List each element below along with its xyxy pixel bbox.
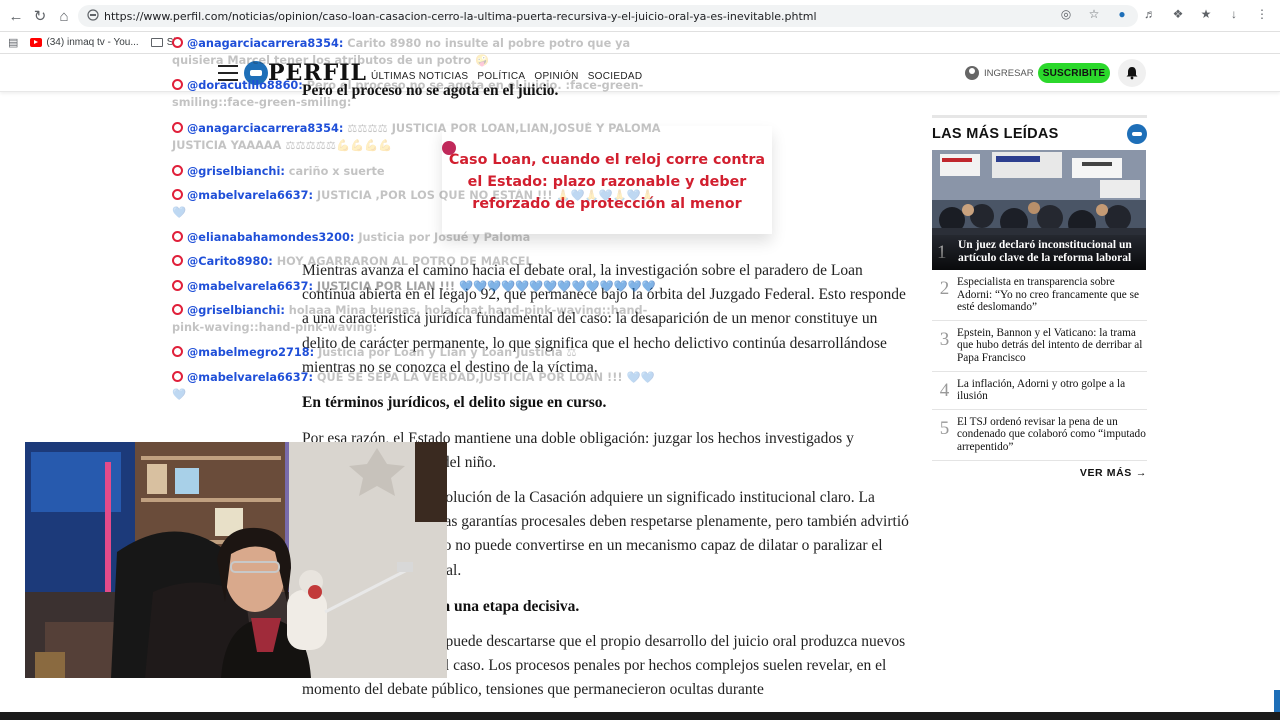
most-read-sidebar: LAS MÁS LEÍDAS 1 Un juez declaró incon (932, 115, 1147, 479)
url-text: https://www.perfil.com/noticias/opinion/… (104, 9, 817, 23)
scrollbar-thumb[interactable] (1274, 690, 1280, 712)
chat-username: @griselbianchi: (187, 304, 289, 317)
main-nav: ÚLTIMAS NOTICIAS POLÍTICA OPINIÓN SOCIED… (371, 71, 642, 82)
chat-username: @griselbianchi: (187, 165, 289, 178)
bookmarks-bar: ▤ (34) inmaq tv - You... Sh (0, 32, 1280, 54)
login-link[interactable]: INGRESAR (965, 66, 1034, 80)
chat-username: @mabelvarela6637: (187, 280, 317, 293)
most-read-title: LAS MÁS LEÍDAS (932, 126, 1059, 142)
most-read-hero[interactable]: 1 Un juez declaró inconstitucional un ar… (932, 150, 1146, 270)
rank-number: 2 (939, 278, 950, 299)
chat-username: @Carito8980: (187, 255, 277, 268)
perfil-badge-icon (1127, 124, 1147, 144)
login-label: INGRESAR (984, 67, 1034, 79)
most-read-item[interactable]: 5 El TSJ ordenó revisar la pena de un co… (932, 410, 1147, 461)
most-read-headline[interactable]: Epstein, Bannon y el Vaticano: la trama … (957, 327, 1147, 365)
site-info-icon[interactable] (87, 9, 99, 21)
download-icon[interactable]: ↓ (1226, 6, 1242, 22)
chat-username: @mabelvarela6637: (187, 189, 317, 202)
youtube-chat-icon (172, 189, 183, 200)
chat-text: cariño x suerte (288, 165, 385, 178)
most-read-headline[interactable]: El TSJ ordenó revisar la pena de un cond… (957, 416, 1147, 454)
home-icon[interactable]: ⌂ (50, 2, 78, 30)
folder-icon (150, 38, 163, 47)
youtube-chat-icon (172, 346, 183, 357)
nav-politica[interactable]: POLÍTICA (477, 71, 525, 82)
article-subheading: En términos jurídicos, el delito sigue e… (302, 394, 607, 411)
youtube-chat-icon (172, 255, 183, 266)
webcam-video (25, 442, 447, 678)
media-icon[interactable]: ♬ (1142, 6, 1158, 22)
rank-number: 5 (939, 417, 950, 439)
arrow-right-icon: → (1135, 467, 1147, 479)
perfil-logo-icon[interactable] (244, 61, 268, 85)
most-read-headline[interactable]: Especialista en transparencia sobre Ador… (957, 276, 1147, 314)
title-popup: Caso Loan, cuando el reloj corre contra … (442, 126, 772, 234)
youtube-chat-icon (172, 231, 183, 242)
favorites-icon[interactable]: ★ (1198, 6, 1214, 22)
youtube-chat-icon (172, 165, 183, 176)
url-bar[interactable]: https://www.perfil.com/noticias/opinion/… (78, 5, 1138, 27)
chat-username: @anagarciacarrera8354: (187, 122, 348, 135)
youtube-chat-icon (172, 122, 183, 133)
user-icon (965, 66, 979, 80)
most-read-item[interactable]: 3 Epstein, Bannon y el Vaticano: la tram… (932, 321, 1147, 372)
notifications-button[interactable] (1118, 59, 1146, 87)
see-more-label: VER MÁS (1079, 467, 1132, 479)
menu-icon[interactable] (218, 65, 238, 81)
article-paragraph: Mientras avanza el camino hacia el debat… (302, 262, 906, 376)
site-header: PERFIL ÚLTIMAS NOTICIAS POLÍTICA OPINIÓN… (0, 54, 1280, 92)
nav-opinion[interactable]: OPINIÓN (534, 71, 578, 82)
translate-icon[interactable]: ◎ (1058, 6, 1074, 22)
youtube-chat-icon (172, 280, 183, 291)
chat-username: @mabelmegro2718: (187, 346, 319, 359)
extension-icon[interactable]: ● (1114, 6, 1130, 22)
article-subheading: Pero el proceso no se agota en el juicio… (302, 82, 559, 99)
youtube-icon (30, 38, 43, 47)
menu-dots-icon[interactable]: ⋮ (1254, 6, 1270, 22)
subscribe-button[interactable]: SUSCRIBITE (1038, 63, 1110, 83)
youtube-chat-icon (172, 371, 183, 382)
see-more-link[interactable]: VER MÁS → (1080, 467, 1147, 479)
nav-sociedad[interactable]: SOCIEDAD (588, 71, 643, 82)
apps-icon[interactable]: ▤ (8, 36, 18, 49)
most-read-item[interactable]: 2 Especialista en transparencia sobre Ad… (932, 270, 1147, 321)
rank-number: 4 (939, 379, 950, 401)
chat-username: @elianabahamondes3200: (187, 231, 359, 244)
bookmark-label: (34) inmaq tv - You... (46, 37, 139, 48)
popup-title: Caso Loan, cuando el reloj corre contra … (448, 152, 766, 212)
taskbar-strip (0, 712, 1280, 720)
bookmark-folder[interactable]: Sh (150, 37, 179, 48)
bookmark-label: Sh (166, 37, 179, 48)
browser-toolbar: ← ↻ ⌂ https://www.perfil.com/noticias/op… (0, 0, 1280, 32)
puzzle-icon[interactable]: ❖ (1170, 6, 1186, 22)
rank-number: 3 (939, 328, 950, 350)
most-read-headline[interactable]: La inflación, Adorni y otro golpe a la i… (957, 378, 1147, 403)
most-read-headline[interactable]: Un juez declaró inconstitucional un artí… (932, 235, 1146, 270)
streamer-webcam-image (25, 442, 447, 678)
bookmark-star-icon[interactable]: ☆ (1086, 6, 1102, 22)
bookmark-youtube[interactable]: (34) inmaq tv - You... (30, 37, 139, 48)
chat-username: @mabelvarela6637: (187, 371, 317, 384)
youtube-chat-icon (172, 304, 183, 315)
nav-ultimas-noticias[interactable]: ÚLTIMAS NOTICIAS (371, 71, 468, 82)
most-read-item[interactable]: 4 La inflación, Adorni y otro golpe a la… (932, 372, 1147, 410)
bell-icon (1126, 67, 1138, 80)
